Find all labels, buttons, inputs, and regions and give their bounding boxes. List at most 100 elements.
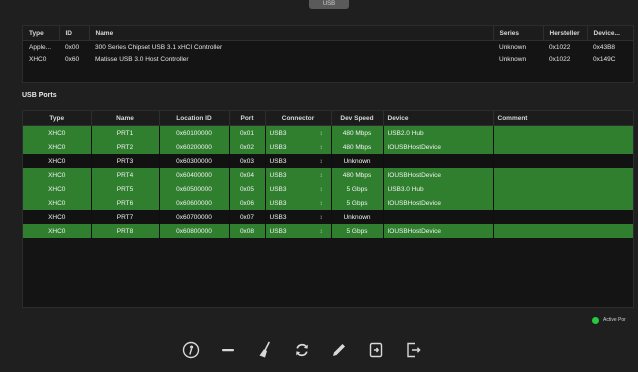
port-cell-comment[interactable] bbox=[493, 168, 633, 182]
port-cell-connector[interactable]: USB3 ↕ bbox=[265, 125, 332, 140]
port-cell-connector[interactable]: USB3 ↕ bbox=[265, 168, 332, 182]
column-header-port[interactable]: Port bbox=[229, 111, 266, 126]
import-icon[interactable] bbox=[365, 339, 387, 361]
column-header-vendor[interactable]: Hersteller bbox=[543, 26, 588, 41]
column-header-dev-speed[interactable]: Dev Speed bbox=[331, 111, 384, 126]
controller-row[interactable]: Apple... 0x00 300 Series Chipset USB 3.1 x… bbox=[23, 41, 633, 54]
connector-select-value[interactable]: USB3 bbox=[270, 186, 300, 193]
port-cell-location: 0x60600000 bbox=[159, 196, 230, 210]
port-cell-type: XHC0 bbox=[23, 168, 92, 182]
port-cell-name: PRT7 bbox=[91, 210, 160, 224]
port-cell-device: IOUSBHostDevice bbox=[383, 140, 494, 154]
port-cell-comment[interactable] bbox=[493, 154, 633, 168]
connector-select-value[interactable]: USB3 bbox=[270, 214, 300, 221]
port-cell-comment[interactable] bbox=[493, 224, 633, 238]
port-cell-device: IOUSBHostDevice bbox=[383, 168, 494, 182]
port-cell-comment[interactable] bbox=[493, 125, 633, 140]
port-cell-port: 0x03 bbox=[229, 154, 266, 168]
port-cell-comment[interactable] bbox=[493, 196, 633, 210]
column-header-type[interactable]: Type bbox=[23, 111, 92, 126]
controller-cell-type: Apple... bbox=[29, 43, 52, 51]
column-header-series[interactable]: Series bbox=[493, 26, 544, 41]
port-row[interactable]: XHC0 PRT2 0x60200000 0x02 USB3 ↕ 480 Mbps IOUSB… bbox=[23, 140, 633, 154]
column-header-connector[interactable]: Connector bbox=[265, 111, 332, 126]
port-cell-name: PRT4 bbox=[91, 168, 160, 182]
broom-icon[interactable] bbox=[254, 339, 276, 361]
port-cell-name: PRT5 bbox=[91, 182, 160, 196]
port-cell-comment[interactable] bbox=[493, 210, 633, 224]
connector-select-value[interactable]: USB3 bbox=[270, 144, 300, 151]
port-row[interactable]: XHC0 PRT7 0x60700000 0x07 USB3 ↕ Unknown bbox=[23, 210, 633, 224]
port-cell-location: 0x60700000 bbox=[159, 210, 230, 224]
port-cell-speed: Unknown bbox=[331, 210, 384, 224]
refresh-icon[interactable] bbox=[291, 339, 313, 361]
column-header-device[interactable]: Device bbox=[383, 111, 494, 126]
column-header-comment[interactable]: Comment bbox=[493, 111, 633, 126]
port-row[interactable]: XHC0 PRT6 0x60600000 0x06 USB3 ↕ 5 Gbps IOUSBHo… bbox=[23, 196, 633, 210]
updown-chevron-icon[interactable]: ↕ bbox=[320, 173, 323, 179]
usb-ports-table-panel: Type Name Location ID Port Connector Dev… bbox=[22, 110, 634, 308]
port-cell-device: IOUSBHostDevice bbox=[383, 196, 494, 210]
port-cell-connector[interactable]: USB3 ↕ bbox=[265, 210, 332, 224]
port-cell-device: USB2.0 Hub bbox=[383, 125, 494, 140]
column-header-device[interactable]: Device... bbox=[587, 26, 634, 41]
updown-chevron-icon[interactable]: ↕ bbox=[320, 145, 323, 151]
port-row[interactable]: XHC0 PRT3 0x60300000 0x03 USB3 ↕ Unknown bbox=[23, 154, 633, 168]
pencil-icon[interactable] bbox=[328, 339, 350, 361]
port-cell-type: XHC0 bbox=[23, 140, 92, 154]
port-row[interactable]: XHC0 PRT1 0x60100000 0x01 USB3 ↕ 480 Mbps USB2.… bbox=[23, 125, 633, 140]
port-cell-connector[interactable]: USB3 ↕ bbox=[265, 140, 332, 154]
connector-select-value[interactable]: USB3 bbox=[270, 130, 300, 137]
port-cell-connector[interactable]: USB3 ↕ bbox=[265, 224, 332, 238]
usb-tab[interactable]: USB bbox=[309, 0, 349, 9]
port-cell-comment[interactable] bbox=[493, 182, 633, 196]
port-cell-speed: Unknown bbox=[331, 154, 384, 168]
controllers-table-panel: Type ID Name Series Hersteller Device...… bbox=[22, 25, 634, 83]
updown-chevron-icon[interactable]: ↕ bbox=[320, 187, 323, 193]
port-cell-name: PRT6 bbox=[91, 196, 160, 210]
export-icon[interactable] bbox=[402, 339, 424, 361]
port-row[interactable]: XHC0 PRT4 0x60400000 0x04 USB3 ↕ 480 Mbps IOUSB… bbox=[23, 168, 633, 182]
port-cell-port: 0x05 bbox=[229, 182, 266, 196]
updown-chevron-icon[interactable]: ↕ bbox=[320, 201, 323, 207]
port-cell-connector[interactable]: USB3 ↕ bbox=[265, 196, 332, 210]
port-cell-device: IOUSBHostDevice bbox=[383, 224, 494, 238]
column-header-type[interactable]: Type bbox=[23, 26, 60, 41]
port-cell-comment[interactable] bbox=[493, 140, 633, 154]
port-cell-connector[interactable]: USB3 ↕ bbox=[265, 182, 332, 196]
column-header-name[interactable]: Name bbox=[91, 111, 160, 126]
connector-select-value[interactable]: USB3 bbox=[270, 228, 300, 235]
port-cell-device bbox=[383, 210, 494, 224]
column-header-id[interactable]: ID bbox=[59, 26, 90, 41]
ports-header-row: Type Name Location ID Port Connector Dev… bbox=[23, 111, 633, 126]
updown-chevron-icon[interactable]: ↕ bbox=[320, 159, 323, 165]
port-row[interactable]: XHC0 PRT8 0x60800000 0x08 USB3 ↕ 5 Gbps IOUSBHo… bbox=[23, 224, 633, 238]
updown-chevron-icon[interactable]: ↕ bbox=[320, 229, 323, 235]
connector-select-value[interactable]: USB3 bbox=[270, 200, 300, 207]
controllers-header-row: Type ID Name Series Hersteller Device... bbox=[23, 26, 634, 41]
port-row[interactable]: XHC0 PRT5 0x60500000 0x05 USB3 ↕ 5 Gbps USB3.0 … bbox=[23, 182, 633, 196]
port-cell-name: PRT3 bbox=[91, 154, 160, 168]
updown-chevron-icon[interactable]: ↕ bbox=[320, 215, 323, 221]
column-header-location-id[interactable]: Location ID bbox=[159, 111, 230, 126]
connector-select-value[interactable]: USB3 bbox=[270, 158, 300, 165]
controller-row[interactable]: XHC0 0x60 Matisse USB 3.0 Host Controller U… bbox=[23, 53, 633, 65]
port-cell-name: PRT8 bbox=[91, 224, 160, 238]
port-cell-name: PRT1 bbox=[91, 125, 160, 140]
port-cell-port: 0x07 bbox=[229, 210, 266, 224]
connector-select-value[interactable]: USB3 bbox=[270, 172, 300, 179]
minus-icon[interactable] bbox=[217, 339, 239, 361]
controller-cell-vendor: 0x1022 bbox=[549, 43, 571, 51]
column-header-name[interactable]: Name bbox=[89, 26, 494, 41]
active-ports-legend: Active Por bbox=[592, 315, 626, 325]
port-cell-type: XHC0 bbox=[23, 154, 92, 168]
active-ports-label: Active Por bbox=[603, 317, 626, 323]
port-cell-connector[interactable]: USB3 ↕ bbox=[265, 154, 332, 168]
controller-cell-device: 0x43B8 bbox=[593, 43, 616, 51]
port-cell-type: XHC0 bbox=[23, 182, 92, 196]
bottom-toolbar bbox=[180, 338, 480, 362]
port-cell-location: 0x60100000 bbox=[159, 125, 230, 140]
controller-cell-id: 0x60 bbox=[65, 55, 80, 63]
info-icon[interactable] bbox=[180, 339, 202, 361]
updown-chevron-icon[interactable]: ↕ bbox=[320, 131, 323, 137]
